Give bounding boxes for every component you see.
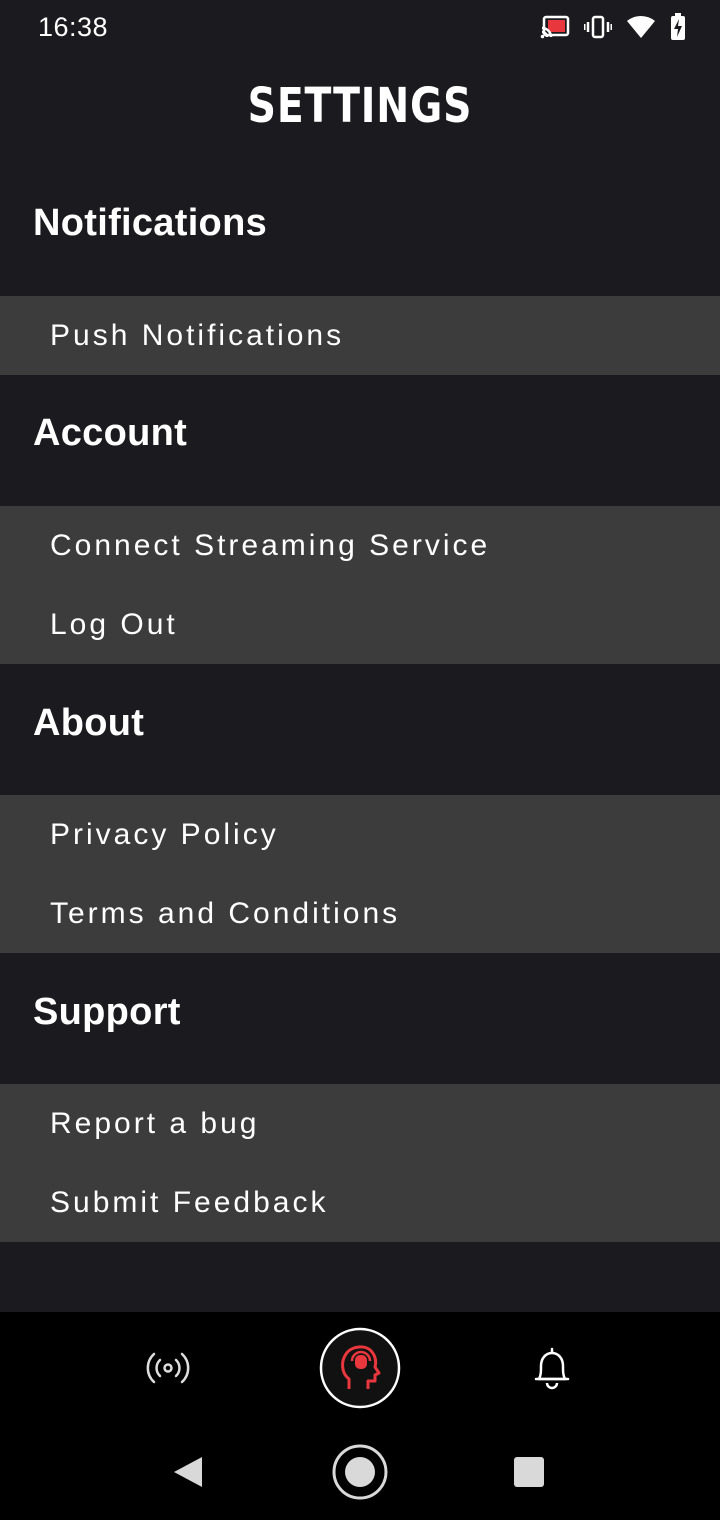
back-icon[interactable] [170,1454,206,1490]
section-heading-about: About [33,702,145,744]
privacy-policy-item[interactable]: Privacy Policy [0,795,720,874]
home-icon[interactable] [331,1443,389,1501]
recents-icon[interactable] [513,1456,545,1488]
terms-and-conditions-item[interactable]: Terms and Conditions [0,874,720,953]
system-navigation-bar [0,1424,720,1520]
bell-icon[interactable] [532,1346,572,1390]
bottom-tab-bar [0,1312,720,1424]
vibrate-icon [584,15,612,39]
battery-charging-icon [671,13,685,40]
section-account: Connect Streaming Service Log Out [0,506,720,664]
broadcast-icon[interactable] [144,1346,192,1390]
connect-streaming-service-item[interactable]: Connect Streaming Service [0,506,720,585]
wifi-icon [627,15,655,39]
status-time: 16:38 [38,11,109,42]
cast-icon [540,15,570,39]
page-title: SETTINGS [247,78,473,134]
section-heading-account: Account [33,412,188,454]
report-a-bug-item[interactable]: Report a bug [0,1084,720,1163]
submit-feedback-item[interactable]: Submit Feedback [0,1163,720,1242]
section-about: Privacy Policy Terms and Conditions [0,795,720,953]
section-heading-support: Support [33,991,181,1033]
status-bar: 16:38 [0,0,720,54]
push-notifications-item[interactable]: Push Notifications [0,296,720,375]
section-heading-notifications: Notifications [33,202,268,244]
head-profile-icon[interactable] [319,1327,401,1409]
status-icons [540,13,686,41]
section-notifications: Push Notifications [0,296,720,375]
section-support: Report a bug Submit Feedback [0,1084,720,1242]
log-out-item[interactable]: Log Out [0,585,720,664]
